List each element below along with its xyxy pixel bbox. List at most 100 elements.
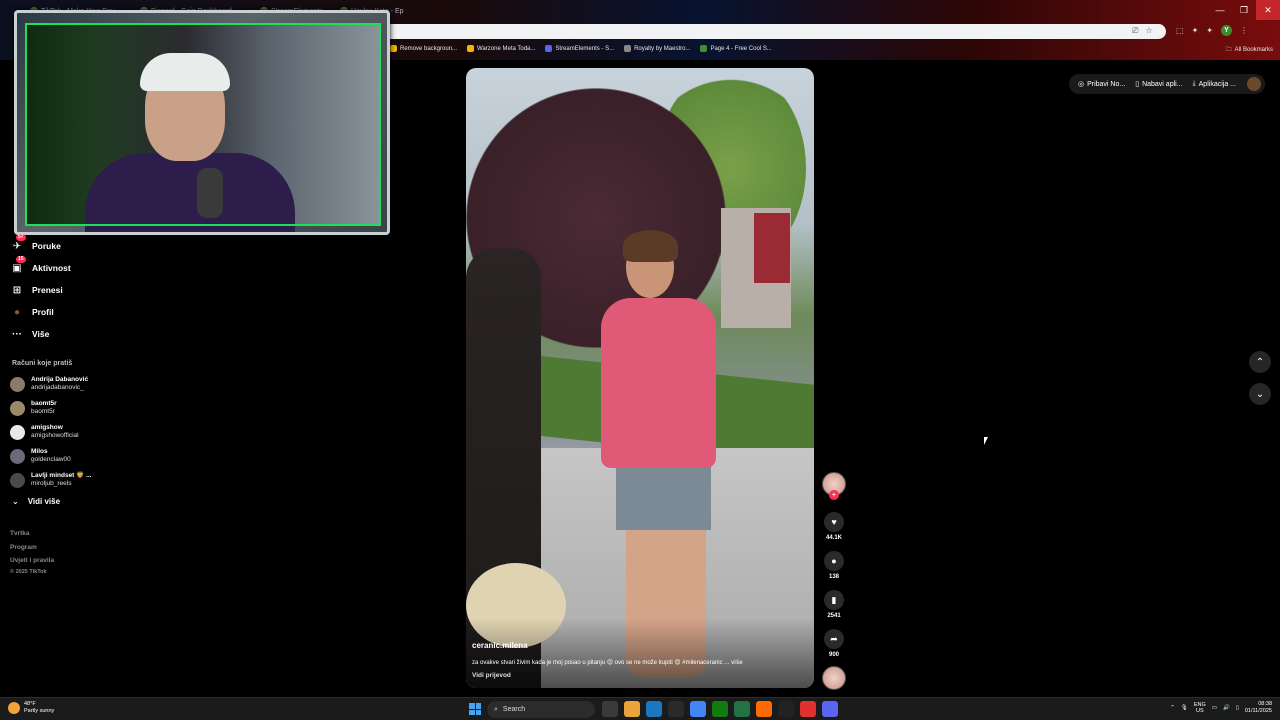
search-icon: ⌕ [494,705,498,713]
webcam-feed [25,23,381,232]
chevron-down-icon: ⌄ [12,497,19,506]
chrome-icon[interactable] [690,701,706,717]
share-icon: ➦ [824,629,844,649]
video-caption: za ovakve stvari živim kada je moj posao… [472,660,743,666]
minimize-button[interactable]: — [1208,0,1232,20]
bookmark[interactable]: StreamElements - S... [545,45,614,52]
like-count: 44.1K [825,535,842,541]
sidebar-item-messages[interactable]: ✈ 57 Poruke [10,234,61,253]
discord-icon[interactable] [822,701,838,717]
user-avatar[interactable] [1247,77,1261,91]
webcam-border [25,23,381,226]
author-avatar-button[interactable]: + [820,472,848,500]
bookmark[interactable]: Remove backgroun... [390,45,457,52]
extension-icon[interactable]: ✦ [1192,26,1199,35]
volume-icon[interactable]: 🔊 [1223,705,1230,711]
footer-link-terms[interactable]: Uvjeti i pravila [10,557,54,564]
save-button[interactable]: ▮ 2541 [820,590,848,619]
steam-icon[interactable] [646,701,662,717]
weather-widget[interactable]: 48°F Partly sunny [8,701,54,715]
weather-icon [8,702,20,714]
bookmark-icon: ▮ [824,590,844,610]
get-coins-button[interactable]: ◎ Pribavi No... [1073,80,1130,89]
bookmark-star-icon[interactable]: ☆ [1145,26,1152,36]
bookmark[interactable]: Page 4 - Free Cool S... [700,45,772,52]
avatar [10,448,25,464]
all-bookmarks-button[interactable]: 🗀 All Bookmarks [1226,45,1273,55]
sidebar-item-more[interactable]: ··· Više [10,327,49,341]
followed-account[interactable]: Lavlji mindset 🦁 ... miroljub_reels [10,472,91,488]
taskbar-search[interactable]: ⌕ Search [487,701,595,718]
inbox-icon: ▣ 15 [12,256,26,274]
send-icon: ✈ 57 [12,234,26,252]
next-video-button[interactable]: ⌄ [1249,383,1271,405]
restore-button[interactable]: ❐ [1232,0,1256,20]
cast-icon[interactable]: ⎚ [1132,26,1138,36]
profile-avatar[interactable]: Y [1220,25,1232,36]
followed-account[interactable]: amigshow amigshowofficial [10,424,79,440]
like-button[interactable]: ♥ 44.1K [820,512,848,541]
excel-icon[interactable] [734,701,750,717]
network-icon[interactable]: ▭ [1212,705,1217,711]
app-icon[interactable] [756,701,772,717]
language-indicator[interactable]: ENG US [1194,702,1206,714]
video-author[interactable]: ceranic.milena [472,641,528,650]
sound-avatar-button[interactable] [820,666,848,690]
heart-icon: ♥ [824,512,844,532]
video-scene-girl-shorts [616,460,711,530]
bookmark[interactable]: Warzone Meta Toda... [467,45,535,52]
follow-plus-icon[interactable]: + [829,490,839,500]
see-translation-link[interactable]: Vidi prijevod [472,672,511,679]
comment-button[interactable]: ● 138 [820,551,848,580]
plus-icon: ⊞ [12,284,22,296]
bookmark-favicon [700,45,708,52]
folder-icon: 🗀 [1225,47,1232,53]
extension-icon[interactable]: ✦ [1206,26,1213,35]
clock[interactable]: 08:38 01/11/2025 [1245,701,1272,715]
followed-account[interactable]: Andrija Dabanović andrijadabanovic_ [10,376,88,392]
battery-icon[interactable]: ▯ [1236,705,1239,711]
notification-badge: 15 [16,256,26,263]
footer-link-program[interactable]: Program [10,544,37,551]
caption-backdrop [466,618,814,688]
video-scene-girl-hair [623,230,678,262]
sidebar-item-profile[interactable]: ● Profil [10,305,54,319]
followed-account[interactable]: baomt5r baomt5r [10,400,57,416]
previous-video-button[interactable]: ⌃ [1249,351,1271,373]
menu-icon[interactable]: ⋮ [1240,26,1248,35]
share-button[interactable]: ➦ 900 [820,629,848,658]
bookmark-favicon [545,45,553,52]
see-more-button[interactable]: ⌄ Vidi više [12,497,60,506]
address-bar[interactable] [372,24,1166,39]
followed-account[interactable]: Milos goldenclaw00 [10,448,71,464]
video-player[interactable]: ceranic.milena za ovakve stvari živim ka… [466,68,814,688]
sidebar-item-upload[interactable]: ⊞ Prenesi [10,283,63,297]
extension-icon[interactable]: ⬚ [1176,26,1184,35]
bookmark-favicon [390,45,397,52]
coin-icon: ◎ [1077,81,1085,88]
extensions-area: ⬚ ✦ ✦ Y ⋮ [1176,25,1248,36]
sidebar-item-activity[interactable]: ▣ 15 Aktivnost [10,256,71,275]
app-download-button[interactable]: ⤓ Aplikacija ... [1188,80,1241,88]
caption-more-link[interactable]: više [731,660,743,666]
footer-link-company[interactable]: Tvrtka [10,530,30,537]
store-icon[interactable] [668,701,684,717]
microphone-icon[interactable]: 🎙 [1181,705,1188,711]
close-button[interactable]: ✕ [1256,0,1280,20]
bookmark[interactable]: Royalty by Maestro... [624,45,690,52]
following-accounts-title: Računi koje pratiš [12,360,73,367]
xbox-icon[interactable] [712,701,728,717]
taskview-icon[interactable] [602,701,618,717]
file-explorer-icon[interactable] [624,701,640,717]
get-app-button[interactable]: ▯ Nabavi apli... [1130,80,1187,89]
copyright: © 2025 TikTok [10,569,47,575]
taskbar-apps [602,701,838,717]
notification-badge: 57 [16,234,26,241]
avatar [10,376,25,392]
music-disc-icon [822,666,846,690]
app-icon[interactable] [800,701,816,717]
app-icon[interactable] [778,701,794,717]
window-controls: — ❐ ✕ [1208,0,1280,20]
chevron-up-icon[interactable]: ⌃ [1170,705,1175,711]
start-button[interactable] [469,703,481,715]
